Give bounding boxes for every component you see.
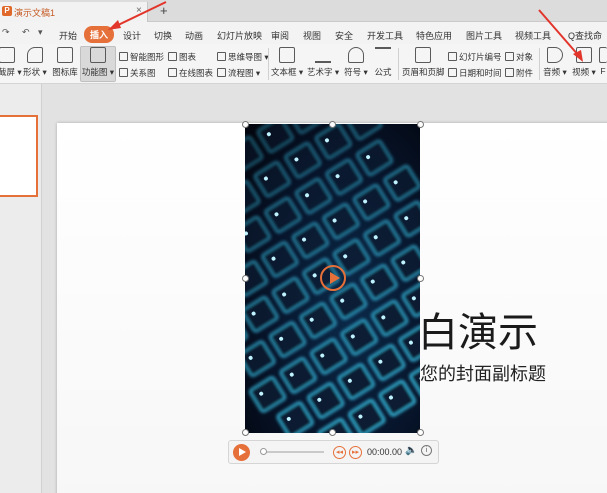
bar-chart-icon [168, 52, 177, 61]
resize-handle[interactable] [242, 121, 249, 128]
resize-handle[interactable] [329, 429, 336, 436]
video-button[interactable]: 视频 ▾ [571, 47, 597, 78]
icon-library-button[interactable]: 图标库 [52, 47, 78, 78]
video-icon [576, 47, 592, 63]
video-play-overlay-icon[interactable] [320, 265, 346, 291]
ribbon-divider [539, 48, 540, 80]
seek-track[interactable] [262, 451, 324, 453]
datetime-button[interactable]: 日期和时间 [448, 67, 502, 79]
resize-handle[interactable] [242, 275, 249, 282]
wordart-icon [315, 47, 331, 63]
paperclip-icon [505, 68, 514, 77]
chart-button[interactable]: 图表 [168, 51, 196, 63]
ribbon-overflow-button[interactable]: F [599, 47, 607, 76]
resize-handle[interactable] [329, 121, 336, 128]
document-tab[interactable]: P 演示文稿1 × [0, 2, 148, 22]
redo-icon[interactable]: ↷ [2, 27, 10, 38]
tab-animation[interactable]: 动画 [185, 29, 203, 42]
slide-subtitle[interactable]: 您的封面副标题 [420, 360, 546, 386]
online-chart-icon [168, 68, 177, 77]
tab-view[interactable]: 视图 [303, 29, 321, 42]
icon-library-icon [57, 47, 73, 63]
play-button[interactable] [233, 444, 250, 461]
resize-handle[interactable] [417, 275, 424, 282]
screenshot-button[interactable]: 截屏 ▾ [0, 47, 22, 78]
quick-access-more-icon[interactable]: ▾ [38, 27, 43, 38]
slide-thumbnail[interactable] [0, 115, 38, 197]
tab-security[interactable]: 安全 [335, 29, 353, 42]
seek-handle[interactable] [260, 448, 267, 455]
function-chart-button[interactable]: 功能图 ▾ [81, 47, 115, 78]
info-icon[interactable]: i [421, 445, 432, 456]
attachment-button[interactable]: 附件 [505, 67, 533, 79]
overflow-icon [599, 47, 607, 63]
formula-button[interactable]: 公式 [372, 47, 394, 78]
resize-handle[interactable] [417, 429, 424, 436]
tab-devtools[interactable]: 开发工具 [367, 29, 403, 42]
calendar-icon [448, 68, 457, 77]
wps-presentation-icon: P [2, 6, 12, 16]
flowchart-icon [217, 68, 226, 77]
online-chart-button[interactable]: 在线图表 [168, 67, 213, 79]
textbox-button[interactable]: 文本框 ▾ [271, 47, 303, 78]
smart-shape-icon [119, 52, 128, 61]
shapes-icon [27, 47, 43, 63]
document-title: 演示文稿1 [14, 8, 56, 18]
forward-button[interactable]: ▸▸ [349, 446, 362, 459]
slide-number-icon [448, 52, 457, 61]
tab-picture-tools[interactable]: 图片工具 [466, 29, 502, 42]
wordart-button[interactable]: 艺术字 ▾ [307, 47, 339, 78]
header-footer-button[interactable]: 页眉和页脚 [402, 47, 445, 78]
tab-design[interactable]: 设计 [123, 29, 141, 42]
object-icon [505, 52, 514, 61]
speaker-icon [547, 47, 563, 63]
omega-icon [348, 47, 364, 63]
search-command[interactable]: Q查找命 [568, 29, 602, 42]
rewind-button[interactable]: ◂◂ [333, 446, 346, 459]
relation-chart-button[interactable]: 关系图 [119, 67, 156, 79]
close-tab-icon[interactable]: × [136, 5, 142, 16]
tab-home[interactable]: 开始 [59, 29, 77, 42]
undo-icon[interactable]: ↶ [22, 27, 30, 38]
shapes-button[interactable]: 形状 ▾ [22, 47, 48, 78]
audio-button[interactable]: 音频 ▾ [542, 47, 568, 78]
object-button[interactable]: 对象 [505, 51, 533, 63]
ribbon-divider [268, 48, 269, 80]
smart-shape-button[interactable]: 智能图形 [119, 51, 164, 63]
tab-insert[interactable]: 插入 [84, 26, 115, 43]
header-footer-icon [415, 47, 431, 63]
tab-video-tools[interactable]: 视频工具 [515, 29, 551, 42]
mindmap-icon [217, 52, 226, 61]
textbox-icon [279, 47, 295, 63]
relation-icon [119, 68, 128, 77]
tab-special[interactable]: 特色应用 [416, 29, 452, 42]
tab-transition[interactable]: 切换 [154, 29, 172, 42]
flowchart-button[interactable]: 流程图 ▾ [217, 67, 260, 79]
scissors-icon [0, 47, 15, 63]
slide-number-button[interactable]: 幻灯片编号 [448, 51, 502, 63]
playback-time: 00:00.00 [367, 447, 403, 457]
pi-icon [375, 47, 391, 63]
function-chart-icon [90, 47, 106, 63]
symbol-button[interactable]: 符号 ▾ [343, 47, 369, 78]
volume-icon[interactable]: 🔈 [405, 445, 417, 456]
resize-handle[interactable] [242, 429, 249, 436]
resize-handle[interactable] [417, 121, 424, 128]
new-tab-button[interactable]: + [160, 3, 168, 18]
ribbon-divider [398, 48, 399, 80]
tab-review[interactable]: 审阅 [271, 29, 289, 42]
tab-slideshow[interactable]: 幻灯片放映 [217, 29, 262, 42]
slide-title[interactable]: 白演示 [418, 300, 538, 358]
mindmap-button[interactable]: 思维导图 ▾ [217, 51, 269, 63]
